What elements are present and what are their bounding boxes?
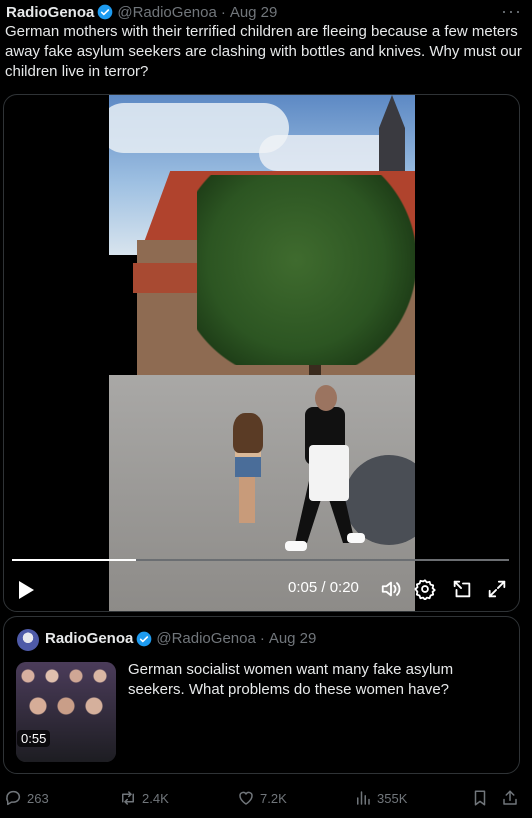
video-player[interactable]: 0:05 / 0:20 bbox=[3, 94, 520, 612]
post-date[interactable]: Aug 29 bbox=[230, 4, 278, 21]
quoted-author-name[interactable]: RadioGenoa bbox=[45, 630, 133, 647]
verified-badge-icon bbox=[98, 4, 113, 20]
repost-count: 2.4K bbox=[142, 790, 169, 806]
cloud bbox=[259, 135, 399, 171]
quoted-post-header: RadioGenoa @RadioGenoa · Aug 29 bbox=[45, 630, 316, 647]
share-icon bbox=[503, 790, 517, 805]
fullscreen-icon[interactable] bbox=[486, 578, 508, 600]
views-button[interactable]: 355K bbox=[354, 788, 407, 808]
author-handle[interactable]: @RadioGenoa bbox=[117, 4, 216, 21]
shoe bbox=[285, 541, 307, 551]
tree bbox=[197, 175, 415, 365]
video-duration-badge: 0:55 bbox=[17, 730, 51, 747]
girl-hair bbox=[233, 413, 263, 453]
like-count: 7.2K bbox=[260, 790, 287, 806]
author-name[interactable]: RadioGenoa bbox=[6, 4, 94, 21]
more-options-icon[interactable]: ··· bbox=[501, 1, 522, 22]
repost-button[interactable]: 2.4K bbox=[119, 788, 169, 808]
like-button[interactable]: 7.2K bbox=[237, 788, 287, 808]
separator-dot: · bbox=[259, 630, 265, 647]
view-count: 355K bbox=[377, 790, 408, 806]
avatar[interactable] bbox=[17, 629, 39, 651]
settings-gear-icon[interactable] bbox=[414, 578, 436, 600]
bookmark-button[interactable] bbox=[471, 788, 494, 808]
repost-icon bbox=[122, 791, 134, 805]
post-header: RadioGenoa @RadioGenoa · Aug 29 bbox=[6, 2, 277, 22]
separator-dot: · bbox=[220, 3, 226, 21]
picture-in-picture-icon[interactable] bbox=[451, 578, 473, 600]
bookmark-icon bbox=[474, 790, 486, 806]
side-roof bbox=[133, 263, 203, 293]
share-button[interactable] bbox=[501, 788, 524, 808]
views-chart-icon bbox=[357, 791, 370, 805]
verified-badge-icon bbox=[137, 631, 152, 646]
quoted-post-date[interactable]: Aug 29 bbox=[269, 630, 317, 647]
reply-button[interactable]: 263 bbox=[4, 788, 49, 808]
woman-head bbox=[315, 385, 337, 411]
quoted-post[interactable]: RadioGenoa @RadioGenoa · Aug 29 0:55 Ger… bbox=[3, 616, 520, 774]
girl-shorts bbox=[235, 455, 261, 477]
volume-icon[interactable] bbox=[380, 578, 402, 600]
girl-legs bbox=[239, 477, 255, 523]
woman-bag bbox=[309, 445, 349, 501]
heart-icon bbox=[239, 791, 253, 805]
quoted-post-text: German socialist women want many fake as… bbox=[128, 661, 454, 698]
video-time: 0:05 / 0:20 bbox=[288, 579, 359, 596]
video-frame[interactable] bbox=[109, 95, 415, 611]
thumbnail-image bbox=[16, 662, 116, 762]
play-icon[interactable] bbox=[16, 579, 36, 601]
quoted-video-thumbnail[interactable] bbox=[16, 662, 116, 762]
reply-icon bbox=[6, 790, 21, 806]
post-text: German mothers with their terrified chil… bbox=[5, 23, 522, 80]
video-progress-fill bbox=[12, 559, 137, 561]
quoted-author-handle[interactable]: @RadioGenoa bbox=[156, 630, 255, 647]
reply-count: 263 bbox=[27, 790, 49, 806]
shoe bbox=[347, 533, 365, 543]
video-progress-bar[interactable] bbox=[12, 559, 509, 561]
